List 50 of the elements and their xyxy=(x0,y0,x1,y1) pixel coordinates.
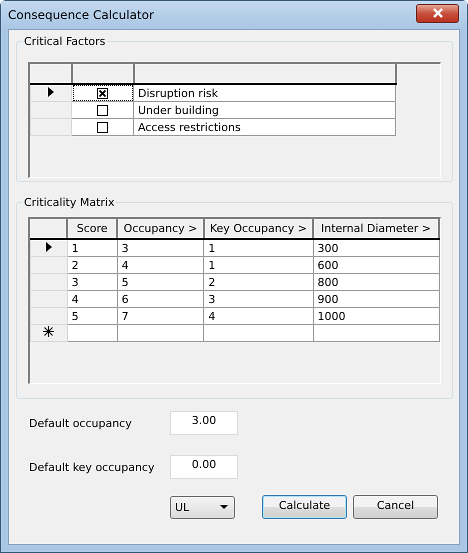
row-header[interactable] xyxy=(30,239,68,256)
table-cell: 4 xyxy=(204,308,314,324)
table-cell: 7 xyxy=(117,308,204,324)
table-cell: 900 xyxy=(313,290,439,308)
table-cell: Disruption risk xyxy=(134,84,396,102)
field-label: Default occupancy xyxy=(29,416,133,430)
table-cell: Access restrictions xyxy=(134,118,396,136)
window-title: Consequence Calculator xyxy=(8,8,154,22)
table-cell: 2 xyxy=(204,274,314,290)
caret-icon xyxy=(220,505,228,509)
table-cell: 800 xyxy=(313,274,439,290)
column-header[interactable]: Internal Diameter > xyxy=(313,219,439,239)
asterisk-icon xyxy=(43,326,54,337)
table-cell: 6 xyxy=(117,290,204,308)
table-cell: 3 xyxy=(67,274,118,290)
input-field[interactable]: 3.00 xyxy=(170,411,238,435)
table-cell: 1 xyxy=(67,239,118,256)
column-header[interactable]: Score xyxy=(67,219,118,239)
row-header[interactable] xyxy=(30,324,68,342)
dialog-button[interactable]: Cancel xyxy=(353,495,438,519)
row-header[interactable] xyxy=(30,84,72,102)
checkbox[interactable] xyxy=(97,104,108,116)
table-cell: 5 xyxy=(117,274,204,290)
table-cell: 4 xyxy=(67,290,118,308)
table-cell xyxy=(67,324,118,342)
close-icon xyxy=(432,8,444,18)
table-cell: 2 xyxy=(67,256,118,274)
dropdown[interactable]: UL xyxy=(170,496,235,518)
table-cell: 1 xyxy=(204,256,314,274)
current-row-icon xyxy=(46,242,52,252)
table-cell: 1 xyxy=(204,239,314,256)
table-cell: 600 xyxy=(313,256,439,274)
checkbox[interactable] xyxy=(97,88,108,99)
column-header[interactable]: Key Occupancy > xyxy=(204,219,314,239)
table-cell: 5 xyxy=(67,308,118,324)
table-cell: 300 xyxy=(313,239,439,256)
table-cell: 4 xyxy=(117,256,204,274)
group-title: Critical Factors xyxy=(23,35,106,48)
group-title: Criticality Matrix xyxy=(23,196,116,209)
table-cell: 3 xyxy=(204,290,314,308)
table-cell: 1000 xyxy=(313,308,439,324)
close-button[interactable] xyxy=(416,4,459,22)
table-cell: Under building xyxy=(134,102,396,118)
dialog-button[interactable]: Calculate xyxy=(262,495,347,519)
table-cell: 3 xyxy=(117,239,204,256)
input-field[interactable]: 0.00 xyxy=(170,455,238,479)
field-label: Default key occupancy xyxy=(29,460,156,474)
column-header[interactable]: Occupancy > xyxy=(117,219,204,239)
current-row-icon xyxy=(48,86,54,96)
checkbox[interactable] xyxy=(97,122,108,133)
